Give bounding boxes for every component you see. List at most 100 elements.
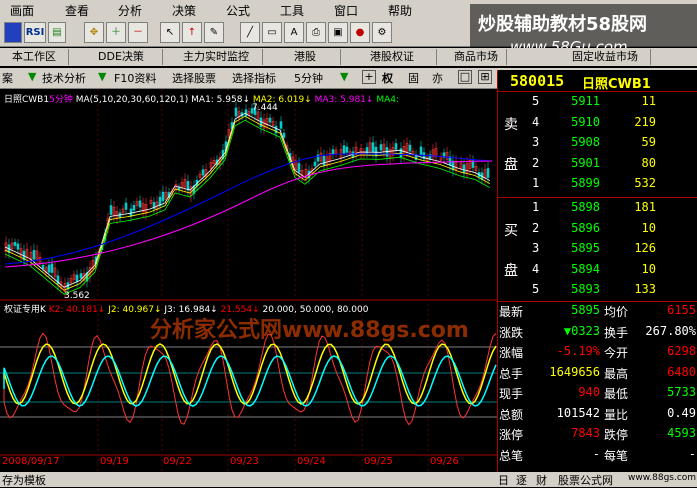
tab-dde[interactable]: DDE决策 <box>80 49 163 65</box>
func-fixed-icon[interactable]: 固 <box>408 70 419 86</box>
stat-value: 6298 <box>667 344 696 358</box>
stat-label: 涨跌 <box>499 325 524 340</box>
menu-decision[interactable]: 决策 <box>172 2 196 19</box>
order-price: 5908 <box>571 135 600 149</box>
order-price: 5910 <box>571 114 600 129</box>
settings-icon[interactable]: ⚙ <box>372 22 392 43</box>
line-icon[interactable]: ╱ <box>240 22 260 43</box>
tab-monitor[interactable]: 主力实时监控 <box>170 49 263 65</box>
func-case[interactable]: 案 <box>2 70 13 86</box>
site-url: www.88gs.com <box>628 473 697 483</box>
func-right-icon[interactable]: 权 <box>382 70 393 86</box>
func-select-indicator[interactable]: 选择指标 <box>232 70 276 86</box>
x-date: 09/22 <box>163 456 192 467</box>
status-tab[interactable]: 逐 <box>516 472 527 488</box>
print-icon[interactable]: ⎙ <box>306 22 326 43</box>
ma4-value: MA4: <box>376 95 400 105</box>
grid-view-icon[interactable]: ⊞ <box>478 70 492 84</box>
x-date: 09/26 <box>430 456 459 467</box>
arrow-up-icon[interactable]: ↑ <box>182 22 202 43</box>
candle-body <box>234 107 238 117</box>
candle-body <box>394 143 398 150</box>
stat-value: 101542 <box>556 405 600 420</box>
kdj-k: K2: 40.181↓ <box>48 305 106 315</box>
quote-panel: 580015 日照CWB1 卖 盘 5 5911 11 4 5910 219 3 5908 59… <box>497 70 697 472</box>
menu-help[interactable]: 帮助 <box>388 2 412 19</box>
order-level: 4 <box>532 261 540 276</box>
ma2-line <box>4 115 491 291</box>
candlestick-chart[interactable] <box>0 89 497 472</box>
zoom-out-icon[interactable]: － <box>128 22 148 43</box>
rsi-icon[interactable]: RSI <box>24 22 46 43</box>
stop-icon[interactable]: ● <box>350 22 370 43</box>
disk-icon[interactable]: ▣ <box>328 22 348 43</box>
pen-icon[interactable]: ✎ <box>204 22 224 43</box>
order-price: 5899 <box>571 176 600 190</box>
buy-label: 买 <box>504 223 518 239</box>
x-date: 09/24 <box>297 456 326 467</box>
stat-label: 每笔 <box>604 448 629 463</box>
status-bar: 存为模板 日 逐 财 股票公式网 www.88gs.com <box>0 472 697 487</box>
dropdown-arrow-icon: ▼ <box>28 70 37 83</box>
order-level: 1 <box>532 200 540 214</box>
tab-hk-warrant[interactable]: 港股权证 <box>348 49 437 65</box>
candle-body <box>371 142 375 152</box>
x-date: 09/25 <box>364 456 393 467</box>
status-tab[interactable]: 财 <box>536 472 547 488</box>
grid-icon[interactable] <box>4 22 22 43</box>
move-icon[interactable]: ✥ <box>84 22 104 43</box>
order-price: 5895 <box>571 241 600 255</box>
menu-analysis[interactable]: 分析 <box>118 2 142 19</box>
x-date: 09/23 <box>230 456 259 467</box>
candle-body <box>13 241 17 246</box>
candle-body <box>132 205 136 211</box>
pointer-icon[interactable]: ↖ <box>160 22 180 43</box>
order-level: 2 <box>532 155 540 170</box>
status-tab[interactable]: 日 <box>498 472 509 488</box>
candle-body <box>462 164 466 174</box>
chart-icon[interactable]: ▤ <box>48 22 66 43</box>
menu-formula[interactable]: 公式 <box>226 2 250 19</box>
stat-value: 7843 <box>571 426 600 440</box>
chart-stock-name: 日照CWB1 <box>4 95 50 105</box>
rect-icon[interactable]: ▭ <box>262 22 282 43</box>
tab-fixed-income[interactable]: 固定收益市场 <box>560 49 651 65</box>
stat-value: - <box>688 446 696 461</box>
save-template-button[interactable]: 存为模板 <box>2 472 46 488</box>
zoom-in-icon[interactable]: ＋ <box>106 22 126 43</box>
tab-hk[interactable]: 港股 <box>270 49 341 65</box>
candle-body <box>297 163 301 173</box>
text-icon[interactable]: A <box>284 22 304 43</box>
kdj-name: 权证专用K <box>4 305 46 315</box>
func-period[interactable]: 5分钟 <box>294 70 323 86</box>
stat-label: 涨停 <box>499 428 524 442</box>
stat-label: 总手 <box>499 366 524 381</box>
site-name: 股票公式网 <box>558 474 613 487</box>
func-f10[interactable]: F10资料 <box>114 70 156 86</box>
candle-body <box>16 243 20 250</box>
order-volume: 219 <box>634 114 656 129</box>
plus-icon[interactable]: + <box>362 70 376 84</box>
candle-body <box>374 146 378 157</box>
chart-header: 日照CWB15分钟 MA(5,10,20,30,60,120,1) MA1: 5… <box>4 92 399 105</box>
candle-body <box>313 161 317 167</box>
menu-view[interactable]: 查看 <box>65 2 89 19</box>
candle-body <box>408 144 412 152</box>
ma3-line <box>4 119 491 295</box>
func-tech-analysis[interactable]: 技术分析 <box>42 70 86 86</box>
tab-commodity[interactable]: 商品市场 <box>446 49 507 65</box>
chart-area[interactable] <box>0 89 497 472</box>
candle-body <box>186 181 190 191</box>
menu-tools[interactable]: 工具 <box>280 2 304 19</box>
menu-screen[interactable]: 画面 <box>10 2 34 19</box>
order-price: 5911 <box>571 94 600 108</box>
order-level: 4 <box>532 114 540 129</box>
tab-workspace[interactable]: 本工作区 <box>0 49 69 65</box>
func-also-icon[interactable]: 亦 <box>432 70 443 86</box>
order-level: 3 <box>532 241 540 255</box>
menu-window[interactable]: 窗口 <box>334 2 358 19</box>
stat-label: 换手 <box>604 325 629 340</box>
box-icon[interactable]: □ <box>458 70 472 84</box>
stat-value: ▼0323 <box>563 323 600 338</box>
func-select-stock[interactable]: 选择股票 <box>172 70 216 86</box>
